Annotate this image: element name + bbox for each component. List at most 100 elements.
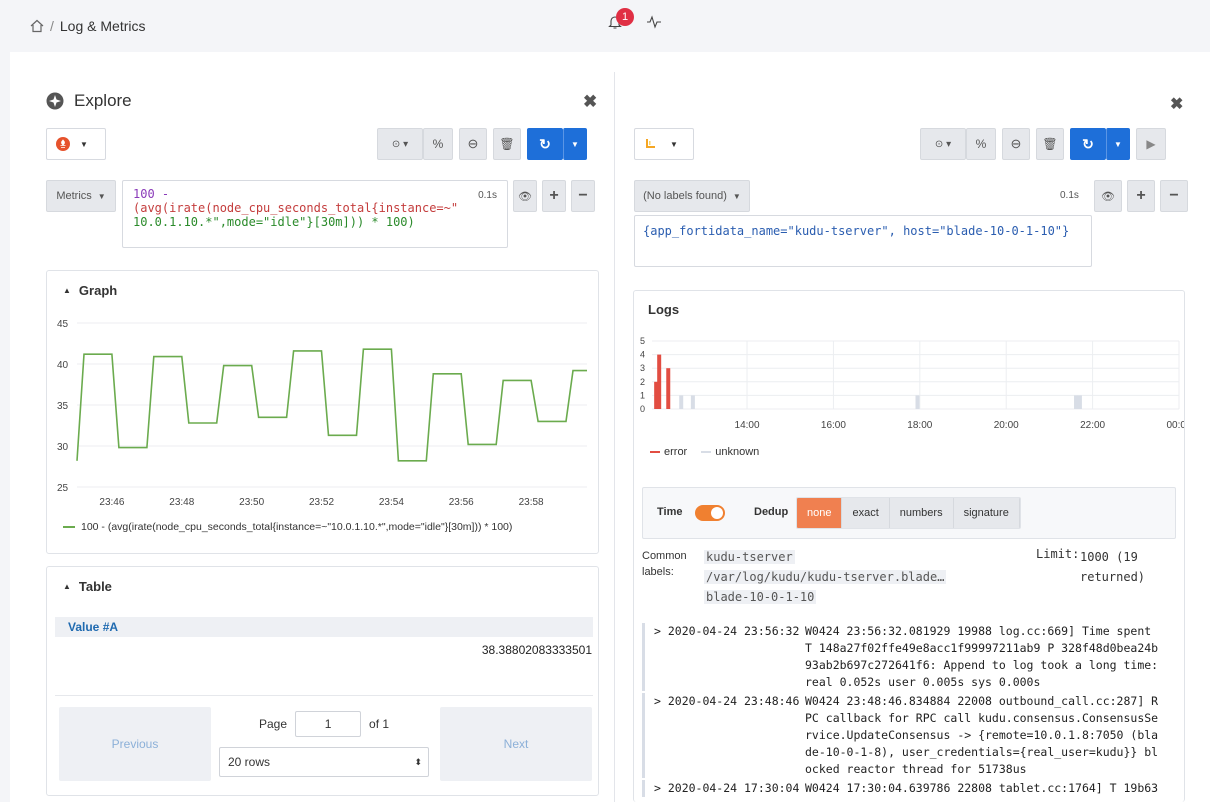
query-time-right: 0.1s [1060,190,1079,201]
datasource-picker-loki[interactable]: ▼ [634,128,694,160]
datasource-picker[interactable]: ▼ [46,128,106,160]
run-query-button[interactable]: ↻ [527,128,563,160]
previous-page-button[interactable]: Previous [59,707,211,781]
remove-query-button-right[interactable]: − [1160,180,1188,212]
explore-workspace: Explore ✖ ▼ ⊙ ▾ % ⊖ 🗑 ↻ ▼ Metrics ▼ 100 -… [10,52,1210,802]
page-number-input[interactable]: 1 [295,711,362,737]
log-message: W0424 23:48:46.834884 22008 outbound_cal… [805,693,1182,778]
time-picker-button-right[interactable]: ⊙ ▾ [920,128,966,160]
toggle-query-visibility-button[interactable]: 👁 [513,180,537,212]
prometheus-icon [56,137,70,151]
log-message-line: W0424 23:48:46.834884 22008 outbound_cal… [805,694,1159,708]
log-row[interactable]: > 2020-04-24 17:30:04 W0424 17:30:04.6397… [642,780,1182,797]
y-tick-label: 2 [640,377,645,387]
chevron-down-icon: ▼ [97,191,106,201]
legend-item-unknown[interactable]: unknown [701,446,759,458]
notification-button[interactable]: 1 [608,8,634,30]
dedup-option-signature[interactable]: signature [953,498,1020,528]
chevron-down-icon: ▼ [80,139,88,149]
log-labels-dropdown[interactable]: (No labels found) ▼ [634,180,750,212]
legend-label-error: error [664,446,688,458]
dedup-option-numbers[interactable]: numbers [889,498,954,528]
time-label: Time [657,506,683,518]
close-right-pane-icon[interactable]: ✖ [1170,94,1183,114]
right-pane: ✖ ▼ ⊙ ▾ % ⊖ 🗑 ↻ ▼ ▶ (No labels found) ▼ 0… [618,52,1210,802]
legend-item-error[interactable]: error [650,446,687,458]
log-timestamp: > 2020-04-24 17:30:04 [654,781,800,795]
dedup-label: Dedup [754,506,789,518]
next-page-button[interactable]: Next [440,707,592,781]
graph-collapse-toggle[interactable]: ▲ Graph [63,283,117,298]
live-tail-button[interactable]: ▶ [1136,128,1166,160]
common-label-chip: kudu-tserver [704,550,795,564]
graph-legend[interactable]: 100 - (avg(irate(node_cpu_seconds_total{… [63,521,512,533]
common-labels-title: Common labels: [642,550,687,578]
x-tick-label: 00:00 [1166,420,1185,431]
clear-all-button-right[interactable]: 🗑 [1036,128,1064,160]
query-time: 0.1s [478,190,497,201]
table-header-value-a[interactable]: Value #A [55,617,593,637]
toggle-query-visibility-button-right[interactable]: 👁 [1094,180,1122,212]
page-selector: Page 1 of 1 [219,711,389,737]
remove-query-button[interactable]: − [571,180,595,212]
clock-icon: ⊙ ▾ [934,138,952,150]
log-query-field[interactable]: {app_fortidata_name="kudu-tserver", host… [634,215,1092,267]
limit-value: 1000 (19 returned) [1080,550,1146,584]
common-labels-list: kudu-tserver /var/log/kudu/kudu-tserver.… [704,547,947,607]
logs-legend: error unknown [650,446,759,458]
x-tick-label: 23:56 [449,497,474,508]
plus-icon: + [1136,187,1146,204]
zoom-out-icon: ⊖ [467,136,479,151]
log-message-line: ocked reactor thread for 51738us [805,762,1027,776]
log-row[interactable]: > 2020-04-24 23:56:32 W0424 23:56:32.0819… [642,623,1182,691]
link-icon: % [975,137,987,151]
y-tick-label: 25 [57,483,69,494]
explore-title: Explore [74,91,132,110]
play-icon: ▶ [1146,137,1156,151]
clear-all-button[interactable]: 🗑 [493,128,521,160]
share-link-button[interactable]: % [423,128,453,160]
log-message-line: W0424 23:56:32.081929 19988 log.cc:669] … [805,624,1152,638]
query-line-3: 10.0.1.10.*",mode="idle"}[30m])) * 100) [133,215,415,229]
home-icon[interactable] [30,19,44,33]
share-link-button-right[interactable]: % [966,128,996,160]
notification-badge: 1 [616,8,634,26]
graph-title: Graph [78,283,118,298]
close-left-pane-icon[interactable]: ✖ [583,92,597,112]
legend-swatch [63,526,75,528]
zoom-out-button-right[interactable]: ⊖ [1002,128,1030,160]
caret-up-icon: ▲ [63,286,71,295]
table-collapse-toggle[interactable]: ▲ Table [63,579,112,594]
refresh-interval-button-right[interactable]: ▼ [1106,128,1130,160]
activity-icon[interactable] [646,15,662,29]
time-picker-button[interactable]: ⊙ ▾ [377,128,423,160]
add-query-button[interactable]: + [542,180,566,212]
metrics-dropdown[interactable]: Metrics ▼ [46,180,116,212]
logs-volume-chart: 0 1 2 3 4 5 14:00 16:00 18:00 20:00 22:00 00:00 [640,336,1185,431]
log-row[interactable]: > 2020-04-24 23:48:46 W0424 23:48:46.8348… [642,693,1182,778]
log-timestamp: > 2020-04-24 23:56:32 [654,624,800,638]
plus-icon: + [549,187,559,204]
split-divider[interactable] [614,72,615,802]
time-toggle[interactable] [695,505,725,521]
query-field[interactable]: 100 - (avg(irate(node_cpu_seconds_total{… [122,180,508,248]
logs-panel: Logs 0 1 2 3 4 5 14:00 16:00 18:00 20:00 22:00 00:0… [633,290,1185,802]
x-tick-label: 18:00 [907,420,932,431]
y-tick-label: 4 [640,350,645,360]
graph-panel: ▲ Graph 25 30 35 40 45 23:46 23:48 23:50 23:52 23… [46,270,599,554]
run-query-button-right[interactable]: ↻ [1070,128,1106,160]
dedup-option-none[interactable]: none [797,498,843,528]
rows-per-page-select[interactable]: 20 rows ⬍ [219,747,429,777]
legend-label-unknown: unknown [715,446,760,458]
log-labels-label: (No labels found) [643,190,727,202]
log-timestamp: > 2020-04-24 23:48:46 [654,694,800,708]
zoom-out-button[interactable]: ⊖ [459,128,487,160]
refresh-interval-button[interactable]: ▼ [563,128,587,160]
dedup-option-exact[interactable]: exact [842,498,890,528]
table-panel: ▲ Table Value #A 38.38802083333501 Previ… [46,566,599,796]
log-message-line: PC callback for RPC call kudu.consensus.… [805,711,1159,725]
page-title: Log & Metrics [59,18,146,34]
log-message-line: rvice.UpdateConsensus -> {remote=10.0.1.… [805,728,1159,742]
add-query-button-right[interactable]: + [1127,180,1155,212]
dedup-options: none exact numbers signature [796,497,1021,529]
